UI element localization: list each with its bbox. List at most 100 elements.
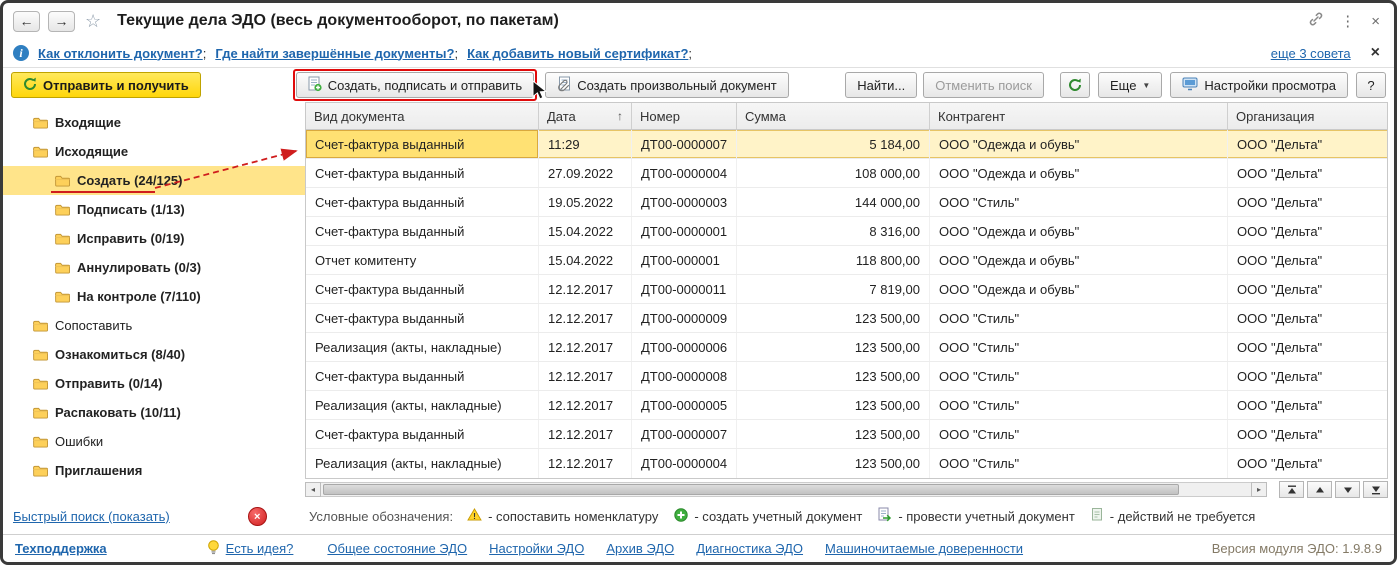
tip-link-2[interactable]: Где найти завершённые документы? xyxy=(215,46,454,61)
send-receive-button[interactable]: Отправить и получить xyxy=(11,72,201,98)
more-button[interactable]: Еще ▼ xyxy=(1097,72,1163,98)
clear-filter-button[interactable]: × xyxy=(247,507,267,526)
column-header[interactable]: Вид документа xyxy=(306,103,539,129)
table-cell: ООО "Одежда и обувь" xyxy=(930,130,1228,158)
sidebar-item-11[interactable]: Ошибки xyxy=(3,427,305,456)
table-row[interactable]: Счет-фактура выданный 11:29 ДТ00-0000007 5 … xyxy=(306,130,1387,159)
more-menu-icon[interactable]: ⋮ xyxy=(1340,12,1355,30)
table-row[interactable]: Счет-фактура выданный 12.12.2017 ДТ00-0000… xyxy=(306,304,1387,333)
table-row[interactable]: Реализация (акты, накладные) 12.12.2017 ДТ… xyxy=(306,333,1387,362)
cancel-search-button[interactable]: Отменить поиск xyxy=(923,72,1044,98)
table-row[interactable]: Счет-фактура выданный 27.09.2022 ДТ00-0000… xyxy=(306,159,1387,188)
help-button[interactable]: ? xyxy=(1356,72,1386,98)
idea-link[interactable]: Есть идея? xyxy=(226,541,294,556)
list-down-button[interactable] xyxy=(1335,481,1360,498)
folder-icon xyxy=(33,146,48,158)
page-title: Текущие дела ЭДО (весь документооборот, … xyxy=(117,12,559,29)
sidebar-item-label: На контроле (7/110) xyxy=(77,289,201,304)
quick-search-link[interactable]: Быстрый поиск (показать) xyxy=(13,509,170,524)
footer-link-3[interactable]: Архив ЭДО xyxy=(606,541,674,556)
create-arbitrary-button[interactable]: Создать произвольный документ xyxy=(545,72,789,98)
close-tips-icon[interactable]: × xyxy=(1371,44,1380,62)
scroll-right-button[interactable]: ▸ xyxy=(1251,482,1267,497)
table-row[interactable]: Реализация (акты, накладные) 12.12.2017 ДТ… xyxy=(306,449,1387,478)
sidebar-item-label: Подписать (1/13) xyxy=(77,202,185,217)
table-cell: 15.04.2022 xyxy=(539,246,632,274)
table-row[interactable]: Счет-фактура выданный 12.12.2017 ДТ00-0000… xyxy=(306,362,1387,391)
documents-panel: Вид документа Дата ↑ Номер Сумма Контрагент Ор… xyxy=(305,102,1394,534)
scrollbar-track[interactable] xyxy=(321,482,1251,497)
table-row[interactable]: Счет-фактура выданный 15.04.2022 ДТ00-0000… xyxy=(306,217,1387,246)
sidebar-item-7[interactable]: Сопоставить xyxy=(3,311,305,340)
create-document-icon xyxy=(308,76,322,95)
column-header[interactable]: Дата ↑ xyxy=(539,103,632,129)
sidebar-item-1[interactable]: Исходящие xyxy=(3,137,305,166)
table-cell: 12.12.2017 xyxy=(539,449,632,478)
no-action-icon xyxy=(1091,507,1104,525)
sidebar-item-8[interactable]: Ознакомиться (8/40) xyxy=(3,340,305,369)
footer-link-5[interactable]: Машиночитаемые доверенности xyxy=(825,541,1023,556)
sidebar-item-9[interactable]: Отправить (0/14) xyxy=(3,369,305,398)
sidebar-item-6[interactable]: На контроле (7/110) xyxy=(3,282,305,311)
link-icon[interactable] xyxy=(1308,11,1324,31)
table-cell: Счет-фактура выданный xyxy=(306,275,539,303)
table-cell: 12.12.2017 xyxy=(539,391,632,419)
back-button[interactable]: ← xyxy=(13,10,40,32)
create-sign-send-label: Создать, подписать и отправить xyxy=(327,77,523,93)
tip-link-1[interactable]: Как отклонить документ? xyxy=(38,46,203,61)
table-row[interactable]: Отчет комитенту 15.04.2022 ДТ00-000001 118 … xyxy=(306,246,1387,275)
create-sign-send-button[interactable]: Создать, подписать и отправить xyxy=(295,72,535,98)
table-cell: ООО "Дельта" xyxy=(1237,339,1323,355)
table-cell: 12.12.2017 xyxy=(539,420,632,448)
tip-link-3[interactable]: Как добавить новый сертификат? xyxy=(467,46,688,61)
list-bottom-button[interactable] xyxy=(1363,481,1388,498)
table-cell: 123 500,00 xyxy=(737,449,930,478)
column-header[interactable]: Сумма xyxy=(737,103,930,129)
table-cell: ООО "Дельта" xyxy=(1237,426,1323,442)
sidebar-item-12[interactable]: Приглашения xyxy=(3,456,305,485)
sidebar-item-5[interactable]: Аннулировать (0/3) xyxy=(3,253,305,282)
footer-link-1[interactable]: Общее состояние ЭДО xyxy=(327,541,467,556)
sidebar-item-3[interactable]: Подписать (1/13) xyxy=(3,195,305,224)
scrollbar-thumb[interactable] xyxy=(323,484,1179,495)
sidebar-item-4[interactable]: Исправить (0/19) xyxy=(3,224,305,253)
table-cell: Счет-фактура выданный xyxy=(306,130,539,158)
support-link[interactable]: Техподдержка xyxy=(15,541,107,556)
sidebar-item-label: Приглашения xyxy=(55,463,143,478)
table-row[interactable]: Счет-фактура выданный 12.12.2017 ДТ00-0000… xyxy=(306,275,1387,304)
list-up-button[interactable] xyxy=(1307,481,1332,498)
sidebar-item-label: Отправить (0/14) xyxy=(55,376,163,391)
close-window-icon[interactable]: × xyxy=(1371,13,1380,30)
view-settings-button[interactable]: Настройки просмотра xyxy=(1170,72,1348,98)
table-cell: ООО "Дельта" xyxy=(1237,310,1323,326)
footer-link-4[interactable]: Диагностика ЭДО xyxy=(696,541,803,556)
table-cell: ООО "Стиль" xyxy=(930,333,1228,361)
title-actions: ⋮ × xyxy=(1308,11,1380,31)
column-header[interactable]: Организация xyxy=(1228,103,1387,129)
sidebar-item-0[interactable]: Входящие xyxy=(3,108,305,137)
refresh-button[interactable] xyxy=(1059,72,1090,98)
sidebar-item-2[interactable]: Создать (24/125) xyxy=(3,166,305,195)
list-top-button[interactable] xyxy=(1279,481,1304,498)
table-row[interactable]: Счет-фактура выданный 19.05.2022 ДТ00-0000… xyxy=(306,188,1387,217)
table-cell: Счет-фактура выданный xyxy=(306,188,539,216)
tip-separator: ; xyxy=(688,45,693,61)
forward-button[interactable]: → xyxy=(48,10,75,32)
table-row[interactable]: Реализация (акты, накладные) 12.12.2017 ДТ… xyxy=(306,391,1387,420)
table-cell: 123 500,00 xyxy=(737,304,930,332)
find-button[interactable]: Найти... xyxy=(845,72,918,98)
favorite-star-icon[interactable]: ☆ xyxy=(85,11,101,32)
table-cell: ДТ00-0000007 xyxy=(632,130,737,158)
table-cell: ООО "Одежда и обувь" xyxy=(930,246,1228,274)
footer-link-2[interactable]: Настройки ЭДО xyxy=(489,541,584,556)
sidebar-item-10[interactable]: Распаковать (10/11) xyxy=(3,398,305,427)
column-header[interactable]: Номер xyxy=(632,103,737,129)
column-header[interactable]: Контрагент xyxy=(930,103,1228,129)
scroll-left-button[interactable]: ◂ xyxy=(305,482,321,497)
legend-item: - провести учетный документ xyxy=(878,507,1075,525)
chevron-down-icon: ▼ xyxy=(1142,80,1151,90)
table-row[interactable]: Счет-фактура выданный 12.12.2017 ДТ00-0000… xyxy=(306,420,1387,449)
module-version: Версия модуля ЭДО: 1.9.8.9 xyxy=(1211,541,1382,556)
legend-label: Условные обозначения: xyxy=(309,508,454,524)
more-tips-link[interactable]: еще 3 совета xyxy=(1271,46,1351,61)
